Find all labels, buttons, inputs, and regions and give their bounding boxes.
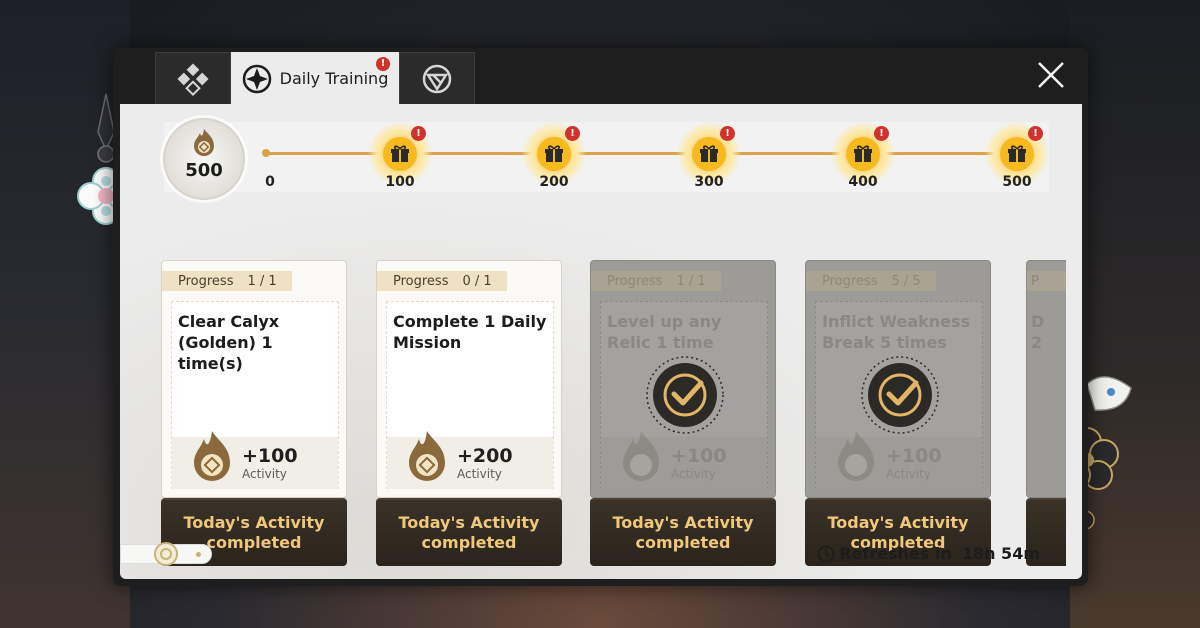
training-card[interactable]: Progress 0 / 1 Complete 1 Daily Mission …	[376, 260, 562, 566]
activity-flame-icon	[838, 431, 874, 481]
progress-label: Progress	[822, 273, 878, 289]
daily-training-window: Daily Training ! 500 0 ! 100 ! 200 ! 300…	[113, 48, 1088, 586]
tab-daily-training[interactable]: Daily Training !	[231, 52, 399, 104]
tab-survival-index[interactable]	[399, 52, 475, 104]
reward-amount: +100	[671, 445, 727, 467]
reward-amount: +100	[886, 445, 942, 467]
progress-tag: Progress 1 / 1	[162, 271, 292, 291]
progress-value: 5 / 5	[891, 273, 921, 289]
card-title: D 2	[1031, 312, 1045, 352]
training-card-partial[interactable]: P D 2	[1026, 260, 1066, 566]
gift-icon	[537, 137, 571, 171]
reward-badge: !	[1028, 126, 1043, 141]
check-circle-icon	[646, 356, 724, 434]
clock-icon	[817, 545, 835, 562]
progress-tag: P	[1027, 271, 1066, 291]
progress-value: 1 / 1	[676, 273, 706, 289]
card-body: Progress 0 / 1 Complete 1 Daily Mission …	[376, 260, 562, 498]
close-icon[interactable]	[1036, 60, 1066, 90]
activity-flame-icon	[409, 431, 445, 481]
activity-score-medal: 500	[163, 118, 245, 200]
gift-icon	[692, 137, 726, 171]
refresh-timer: Refreshes in 18h 54m	[817, 544, 1040, 563]
training-card-claimed[interactable]: Progress 1 / 1 Level up any Relic 1 time…	[590, 260, 776, 566]
track-start-label: 0	[265, 174, 275, 190]
progress-label: Progress	[393, 273, 449, 289]
tab-daily-training-label: Daily Training	[279, 69, 389, 88]
check-circle-icon	[861, 356, 939, 434]
reward-label: Activity	[671, 467, 716, 481]
refresh-label: Refreshes in	[839, 544, 952, 563]
card-body: Progress 1 / 1 Clear Calyx (Golden) 1 ti…	[161, 260, 347, 498]
progress-tag: Progress 0 / 1	[377, 271, 507, 291]
progress-value: 0 / 1	[462, 273, 492, 289]
progress-label: Progress	[178, 273, 234, 289]
toggle-dot	[196, 552, 201, 557]
reward-badge: !	[411, 126, 426, 141]
milestone-label: 500	[1002, 174, 1032, 190]
milestone-label: 100	[385, 174, 415, 190]
reward-badge: !	[720, 126, 735, 141]
card-body: Progress 1 / 1 Level up any Relic 1 time…	[590, 260, 776, 498]
milestone-label: 300	[694, 174, 724, 190]
card-title: Complete 1 Daily Mission	[393, 312, 547, 352]
tab-bar: Daily Training !	[113, 48, 1088, 104]
card-body: Progress 5 / 5 Inflict Weakness Break 5 …	[805, 260, 991, 498]
activity-flame-icon	[194, 129, 214, 156]
content-panel: 500 0 ! 100 ! 200 ! 300 ! 400 ! 500 Prog…	[120, 104, 1082, 579]
reward-badge: !	[874, 126, 889, 141]
progress-tag: Progress 5 / 5	[806, 271, 936, 291]
reward-amount: +200	[457, 445, 513, 467]
card-status-footer: Today's Activity completed	[376, 498, 562, 566]
emblem-knob-icon	[154, 542, 178, 566]
reward-label: Activity	[457, 467, 502, 481]
training-card-claimed[interactable]: Progress 5 / 5 Inflict Weakness Break 5 …	[805, 260, 991, 566]
notification-badge: !	[376, 57, 390, 71]
activity-flame-icon	[623, 431, 659, 481]
progress-value: 1 / 1	[247, 273, 277, 289]
card-title: Inflict Weakness Break 5 times	[822, 312, 971, 352]
training-card[interactable]: Progress 1 / 1 Clear Calyx (Golden) 1 ti…	[161, 260, 347, 566]
card-title: Clear Calyx (Golden) 1 time(s)	[178, 312, 280, 373]
progress-label: Progress	[607, 273, 663, 289]
milestone-label: 200	[539, 174, 569, 190]
partial-card-frame: P D 2	[1026, 260, 1066, 566]
reward-amount: +100	[242, 445, 298, 467]
milestone-label: 400	[848, 174, 878, 190]
reward-badge: !	[565, 126, 580, 141]
refresh-time: 18h 54m	[961, 544, 1040, 563]
progress-tag: Progress 1 / 1	[591, 271, 721, 291]
daily-training-icon	[242, 64, 271, 93]
card-body: P D 2	[1026, 260, 1066, 498]
survival-emblem-icon	[422, 64, 452, 93]
card-status-footer: Today's Activity completed	[590, 498, 776, 566]
activity-score-value: 500	[185, 160, 223, 181]
bottom-toggle[interactable]	[120, 542, 212, 566]
gift-icon	[1000, 137, 1034, 171]
activity-flame-icon	[194, 431, 230, 481]
gift-icon	[383, 137, 417, 171]
reward-label: Activity	[886, 467, 931, 481]
card-title: Level up any Relic 1 time	[607, 312, 722, 352]
reward-label: Activity	[242, 467, 287, 481]
guide-emblem-icon	[177, 62, 209, 96]
progress-label: P	[1031, 273, 1039, 289]
tab-guide[interactable]	[155, 52, 231, 104]
gift-icon	[846, 137, 880, 171]
